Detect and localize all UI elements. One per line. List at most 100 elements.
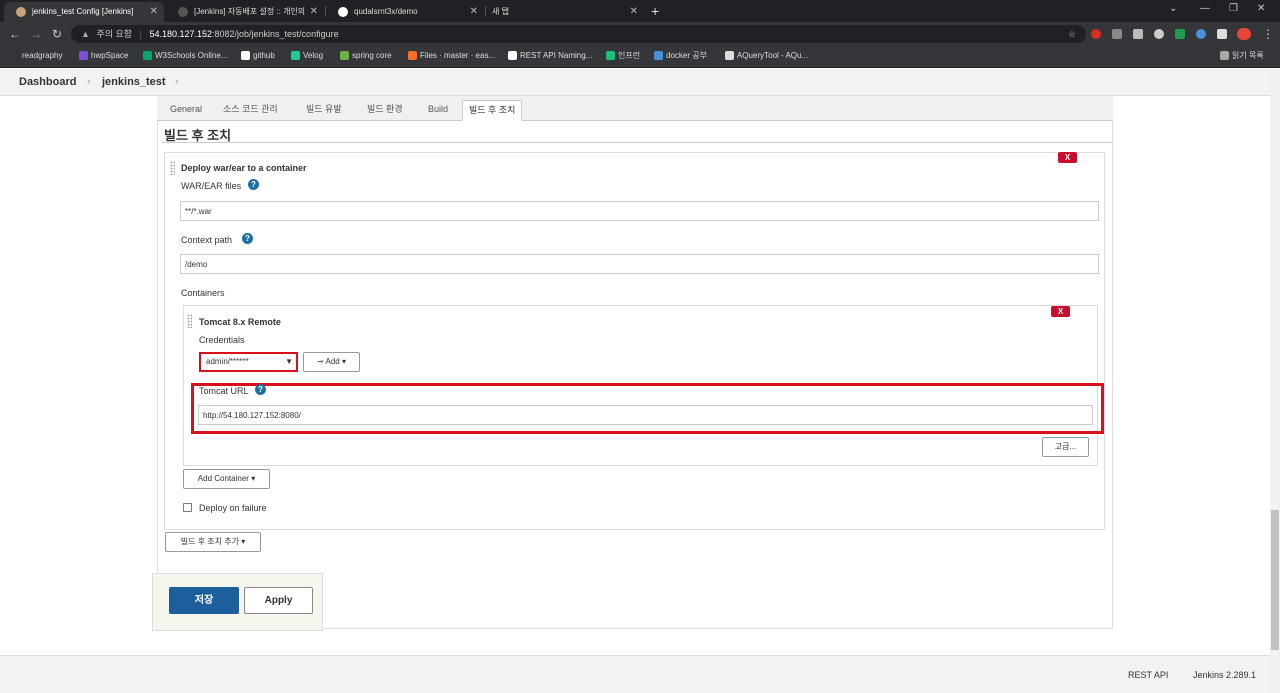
help-icon[interactable]: ? bbox=[255, 384, 266, 395]
extension-icon[interactable] bbox=[1196, 29, 1206, 39]
credentials-label: Credentials bbox=[199, 335, 245, 345]
rest-api-link[interactable]: REST API bbox=[1128, 670, 1168, 680]
browser-tab-new[interactable]: 새 탭 ✕ bbox=[486, 2, 644, 22]
bookmark-item[interactable]: Files · master · eas... bbox=[408, 50, 495, 62]
extension-icon[interactable] bbox=[1133, 29, 1143, 39]
add-post-build-button[interactable]: 빌드 후 조치 추가 ▾ bbox=[165, 532, 261, 552]
caret-down-icon: ▾ bbox=[341, 357, 346, 366]
drag-handle-icon[interactable] bbox=[187, 314, 192, 328]
context-path-input[interactable] bbox=[180, 254, 1099, 274]
key-icon: ⊸ bbox=[317, 357, 324, 366]
reload-icon[interactable]: ↻ bbox=[52, 26, 62, 42]
add-container-button[interactable]: Add Container ▾ bbox=[183, 469, 270, 489]
bookmark-item[interactable]: W3Schools Online... bbox=[143, 50, 227, 62]
bookmark-item[interactable]: github bbox=[241, 50, 275, 62]
breadcrumb-job[interactable]: jenkins_test bbox=[102, 76, 166, 88]
help-icon[interactable]: ? bbox=[242, 233, 253, 244]
tab-post-build[interactable]: 빌드 후 조치 bbox=[462, 100, 523, 121]
scrollbar-thumb[interactable] bbox=[1271, 510, 1279, 650]
tab-scm[interactable]: 소스 코드 관리 bbox=[217, 100, 284, 121]
reading-list-icon bbox=[1220, 51, 1229, 60]
bookmark-label: docker 공부 bbox=[666, 51, 707, 60]
reading-list-button[interactable]: 읽기 목록 bbox=[1220, 50, 1264, 62]
browser-tab-jenkins-config[interactable]: jenkins_test Config [Jenkins] ✕ bbox=[4, 2, 164, 22]
url-divider: | bbox=[139, 29, 142, 39]
more-menu-icon[interactable]: ⋮ bbox=[1262, 26, 1274, 42]
extension-icon[interactable] bbox=[1175, 29, 1185, 39]
bookmark-item[interactable]: docker 공부 bbox=[654, 50, 707, 62]
forward-icon[interactable]: → bbox=[30, 26, 42, 42]
containers-label: Containers bbox=[181, 288, 225, 298]
container-title: Tomcat 8.x Remote bbox=[199, 317, 281, 327]
chevron-down-icon: ▼ bbox=[285, 357, 293, 366]
config-tabs: General 소스 코드 관리 빌드 유발 빌드 환경 Build 빌드 후 … bbox=[157, 96, 1113, 121]
deploy-on-failure-checkbox[interactable] bbox=[183, 503, 192, 512]
bookmark-favicon-icon bbox=[654, 51, 663, 60]
close-icon[interactable]: ✕ bbox=[310, 2, 318, 22]
tistory-favicon-icon bbox=[178, 7, 188, 17]
url-bar[interactable]: ▲ 주의 요함 | 54.180.127.152:8082/job/jenkin… bbox=[71, 25, 1086, 43]
bookmark-star-icon[interactable]: ☆ bbox=[1068, 25, 1076, 43]
bookmark-label: AQueryTool - AQu... bbox=[737, 51, 809, 60]
bookmark-item[interactable]: spring core bbox=[340, 50, 392, 62]
browser-tab-github[interactable]: qudalsrnt3x/demo ✕ bbox=[326, 2, 484, 22]
extension-icon[interactable] bbox=[1154, 29, 1164, 39]
bookmark-label: Velog bbox=[303, 51, 324, 60]
minimize-icon[interactable]: — bbox=[1200, 3, 1210, 14]
jenkins-version[interactable]: Jenkins 2.289.1 bbox=[1193, 670, 1256, 680]
bookmark-item[interactable]: REST API Naming... bbox=[508, 50, 592, 62]
bookmark-item[interactable]: AQueryTool - AQu... bbox=[725, 50, 808, 62]
bookmark-favicon-icon bbox=[408, 51, 417, 60]
caret-down-icon: ▾ bbox=[241, 537, 246, 546]
tab-build[interactable]: Build bbox=[422, 100, 454, 121]
extension-icon[interactable] bbox=[1112, 29, 1122, 39]
close-window-icon[interactable]: ✕ bbox=[1257, 3, 1265, 14]
add-credentials-button[interactable]: ⊸ Add ▾ bbox=[303, 352, 360, 372]
bookmarks-bar: readgraphy hwpSpace W3Schools Online... git… bbox=[0, 46, 1280, 68]
new-tab-button[interactable]: + bbox=[651, 2, 659, 20]
tomcat-url-input[interactable] bbox=[198, 405, 1093, 425]
caret-down-icon: ▾ bbox=[251, 474, 256, 483]
close-icon[interactable]: ✕ bbox=[470, 2, 478, 22]
close-icon[interactable]: ✕ bbox=[630, 2, 638, 22]
tab-general[interactable]: General bbox=[164, 100, 208, 121]
breadcrumb-separator[interactable]: › bbox=[87, 76, 90, 87]
puzzle-icon[interactable] bbox=[1217, 29, 1227, 39]
bookmark-favicon-icon bbox=[725, 51, 734, 60]
tab-build-triggers[interactable]: 빌드 유발 bbox=[300, 100, 348, 121]
extension-icon[interactable] bbox=[1091, 29, 1101, 39]
help-icon[interactable]: ? bbox=[248, 179, 259, 190]
bookmark-favicon-icon bbox=[291, 51, 300, 60]
restore-icon[interactable]: ❐ bbox=[1229, 3, 1238, 14]
credentials-select[interactable]: admin/****** ▼ bbox=[199, 352, 298, 372]
breadcrumb-separator[interactable]: › bbox=[175, 76, 178, 87]
close-icon[interactable]: ✕ bbox=[150, 2, 158, 22]
bookmark-item[interactable]: hwpSpace bbox=[79, 50, 128, 62]
save-button[interactable]: 저장 bbox=[169, 587, 239, 614]
tab-title: jenkins_test Config [Jenkins] bbox=[32, 7, 134, 16]
war-files-input[interactable] bbox=[180, 201, 1099, 221]
back-icon[interactable]: ← bbox=[9, 26, 21, 42]
browser-tab-blog[interactable]: [Jenkins] 자동배포 설정 :: 개인의 ✕ bbox=[166, 2, 324, 22]
tab-search-icon[interactable]: ⌄ bbox=[1169, 3, 1177, 14]
bookmark-item[interactable]: 인프런 bbox=[606, 50, 640, 62]
advanced-button[interactable]: 고급... bbox=[1042, 437, 1089, 457]
bookmark-favicon-icon bbox=[79, 51, 88, 60]
section-divider bbox=[162, 142, 1112, 143]
tab-title: [Jenkins] 자동배포 설정 :: 개인의 bbox=[194, 7, 306, 16]
bookmark-label: github bbox=[253, 51, 275, 60]
profile-avatar[interactable] bbox=[1237, 28, 1251, 40]
delete-step-button[interactable]: X bbox=[1058, 152, 1077, 163]
bookmark-item[interactable]: readgraphy bbox=[10, 50, 62, 62]
bookmark-label: W3Schools Online... bbox=[155, 51, 228, 60]
breadcrumb-dashboard[interactable]: Dashboard bbox=[19, 76, 76, 88]
bookmark-label: hwpSpace bbox=[91, 51, 129, 60]
tab-title: 새 탭 bbox=[492, 7, 509, 16]
add-post-build-label: 빌드 후 조치 추가 bbox=[180, 537, 239, 546]
tab-build-env[interactable]: 빌드 환경 bbox=[361, 100, 409, 121]
delete-container-button[interactable]: X bbox=[1051, 306, 1070, 317]
bookmark-favicon-icon bbox=[143, 51, 152, 60]
drag-handle-icon[interactable] bbox=[170, 161, 175, 175]
bookmark-item[interactable]: Velog bbox=[291, 50, 323, 62]
apply-button[interactable]: Apply bbox=[244, 587, 313, 614]
